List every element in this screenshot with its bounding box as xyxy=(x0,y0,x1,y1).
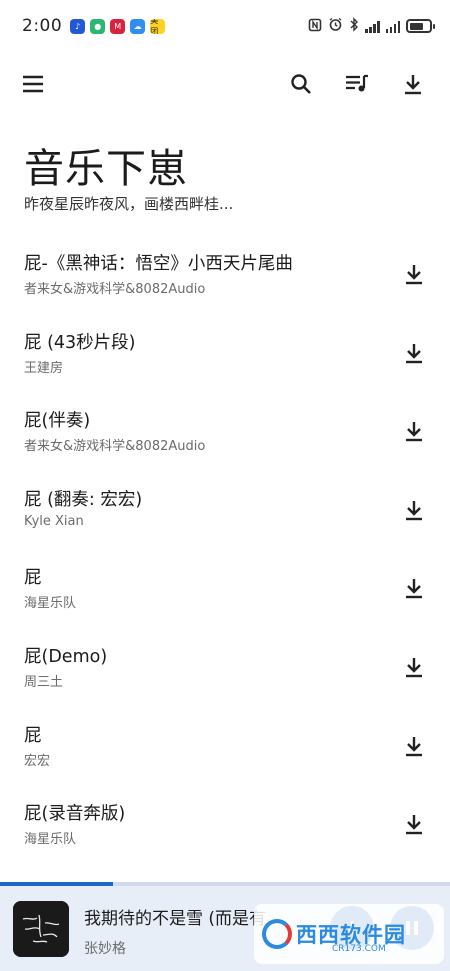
site-watermark: 西西软件园 CR173.COM xyxy=(254,904,444,964)
song-title: 屁 xyxy=(24,568,42,589)
album-cover[interactable] xyxy=(13,901,69,957)
song-title: 屁 xyxy=(24,725,42,746)
red-app-icon: M xyxy=(110,18,126,34)
song-row[interactable]: 屁-《黑神话：悟空》小西天片尾曲者来女&游戏科学&8082Audio xyxy=(0,240,450,319)
nfc-icon xyxy=(308,17,322,36)
song-download-icon[interactable] xyxy=(396,335,432,371)
song-artist: 海星乐队 xyxy=(24,596,77,612)
page-subtitle: 昨夜星辰昨夜风，画楼西畔桂... xyxy=(24,195,234,213)
song-title: 屁 (翻奏: 宏宏) xyxy=(24,489,143,510)
status-app-icons: ♪ ● M ☁ 美团 xyxy=(70,18,166,34)
song-download-icon[interactable] xyxy=(396,570,432,606)
status-time: 2:00 xyxy=(22,16,63,36)
meituan-app-icon: 美团 xyxy=(150,18,166,34)
watermark-subtext: CR173.COM xyxy=(332,944,386,954)
song-title: 屁(Demo) xyxy=(24,646,108,667)
song-download-icon[interactable] xyxy=(396,492,432,528)
status-indicators xyxy=(308,16,435,36)
status-bar: 2:00 ♪ ● M ☁ 美团 xyxy=(0,0,450,52)
search-icon[interactable] xyxy=(283,66,319,102)
song-row[interactable]: 屁海星乐队 xyxy=(0,554,450,633)
song-artist: 者来女&游戏科学&8082Audio xyxy=(24,439,206,455)
bluetooth-icon xyxy=(349,16,359,36)
song-row[interactable]: 屁(Demo) 周三土 xyxy=(0,633,450,712)
download-icon[interactable] xyxy=(395,66,431,102)
song-download-icon[interactable] xyxy=(396,649,432,685)
song-artist: 宏宏 xyxy=(24,753,51,769)
page-title: 音乐下崽 xyxy=(24,146,188,192)
music-app-icon: ♪ xyxy=(70,18,86,34)
song-download-icon[interactable] xyxy=(396,728,432,764)
song-row[interactable]: 屁 (43秒片段) 王建房 xyxy=(0,319,450,398)
song-download-icon[interactable] xyxy=(396,413,432,449)
song-row[interactable]: 屁 (翻奏: 宏宏) Kyle Xian xyxy=(0,476,450,555)
watermark-logo-icon xyxy=(262,919,292,949)
song-artist: 王建房 xyxy=(24,360,64,376)
song-title: 屁(录音奔版) xyxy=(24,804,126,825)
green-app-icon: ● xyxy=(90,18,106,34)
song-download-icon[interactable] xyxy=(396,806,432,842)
song-title: 屁-《黑神话：悟空》小西天片尾曲 xyxy=(24,254,293,274)
battery-icon xyxy=(406,19,435,33)
song-artist: 海星乐队 xyxy=(24,832,77,848)
song-row[interactable]: 屁(录音奔版) 海星乐队 xyxy=(0,790,450,869)
cloud-app-icon: ☁ xyxy=(130,18,146,34)
toolbar xyxy=(0,58,450,110)
song-title: 屁(伴奏) xyxy=(24,411,91,432)
battery-level xyxy=(409,22,423,30)
song-artist: 周三土 xyxy=(24,674,64,690)
song-list: 屁-《黑神话：悟空》小西天片尾曲 者来女&游戏科学&8082Audio 屁 (43秒… xyxy=(0,240,450,869)
song-row[interactable]: 屁宏宏 xyxy=(0,712,450,791)
alarm-icon xyxy=(328,17,343,36)
song-row[interactable]: 屁(伴奏) 者来女&游戏科学&8082Audio xyxy=(0,397,450,476)
song-artist: Kyle Xian xyxy=(24,513,84,529)
song-title: 屁 (43秒片段) xyxy=(24,332,136,353)
signal-icon xyxy=(365,20,380,33)
menu-icon[interactable] xyxy=(15,66,51,102)
now-playing-artist: 张妙格 xyxy=(84,941,126,957)
playlist-icon[interactable] xyxy=(339,66,375,102)
song-artist: 者来女&游戏科学&8082Audio xyxy=(24,282,206,297)
signal-icon-2 xyxy=(385,20,400,33)
song-download-icon[interactable] xyxy=(396,256,432,292)
